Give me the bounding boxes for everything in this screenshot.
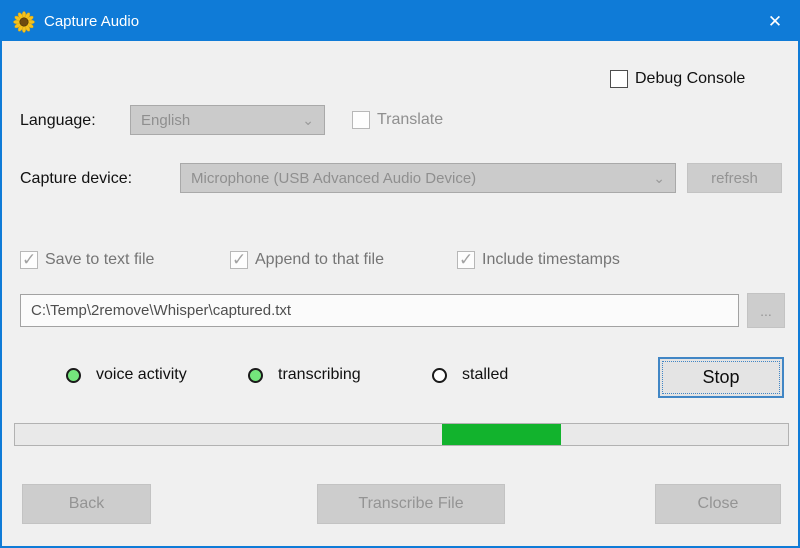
progress-bar — [14, 423, 789, 446]
debug-console-label: Debug Console — [635, 70, 745, 88]
titlebar: Capture Audio ✕ — [2, 2, 798, 41]
include-timestamps-label: Include timestamps — [482, 251, 620, 269]
window-title: Capture Audio — [44, 13, 139, 30]
capture-device-label: Capture device: — [20, 170, 132, 188]
capture-file-path-field: C:\Temp\2remove\Whisper\captured.txt — [20, 294, 739, 327]
capture-device-selected-value: Microphone (USB Advanced Audio Device) — [191, 170, 476, 187]
append-to-file-label: Append to that file — [255, 251, 384, 269]
language-selected-value: English — [141, 112, 190, 129]
stalled-indicator: stalled — [432, 366, 508, 384]
chevron-down-icon: ⌄ — [302, 113, 314, 127]
checkbox-icon — [457, 251, 475, 269]
transcribing-label: transcribing — [278, 366, 361, 384]
stalled-label: stalled — [462, 366, 508, 384]
checkbox-icon — [230, 251, 248, 269]
debug-console-checkbox[interactable]: Debug Console — [610, 70, 745, 88]
transcribing-led-icon — [248, 368, 263, 383]
chevron-down-icon: ⌄ — [653, 171, 665, 185]
checkbox-icon[interactable] — [610, 70, 628, 88]
progress-marquee-block — [442, 424, 561, 445]
capture-audio-window: Capture Audio ✕ Debug Console Language: … — [0, 0, 800, 548]
voice-activity-indicator: voice activity — [66, 366, 187, 384]
save-to-text-file-checkbox: Save to text file — [20, 251, 154, 269]
language-label: Language: — [20, 112, 96, 130]
stalled-led-icon — [432, 368, 447, 383]
browse-button: ... — [747, 293, 785, 328]
refresh-button: refresh — [687, 163, 782, 193]
checkbox-icon — [352, 111, 370, 129]
sunflower-app-icon — [13, 11, 35, 33]
capture-file-path-value: C:\Temp\2remove\Whisper\captured.txt — [31, 302, 291, 319]
voice-activity-led-icon — [66, 368, 81, 383]
close-icon[interactable]: ✕ — [752, 2, 798, 41]
capture-device-select: Microphone (USB Advanced Audio Device) ⌄ — [180, 163, 676, 193]
translate-checkbox: Translate — [352, 111, 443, 129]
checkbox-icon — [20, 251, 38, 269]
transcribing-indicator: transcribing — [248, 366, 361, 384]
translate-label: Translate — [377, 111, 443, 129]
back-button: Back — [22, 484, 151, 524]
stop-button[interactable]: Stop — [658, 357, 784, 398]
language-select: English ⌄ — [130, 105, 325, 135]
append-to-file-checkbox: Append to that file — [230, 251, 384, 269]
voice-activity-label: voice activity — [96, 366, 187, 384]
close-button: Close — [655, 484, 781, 524]
include-timestamps-checkbox: Include timestamps — [457, 251, 620, 269]
transcribe-file-button: Transcribe File — [317, 484, 505, 524]
save-to-text-file-label: Save to text file — [45, 251, 154, 269]
